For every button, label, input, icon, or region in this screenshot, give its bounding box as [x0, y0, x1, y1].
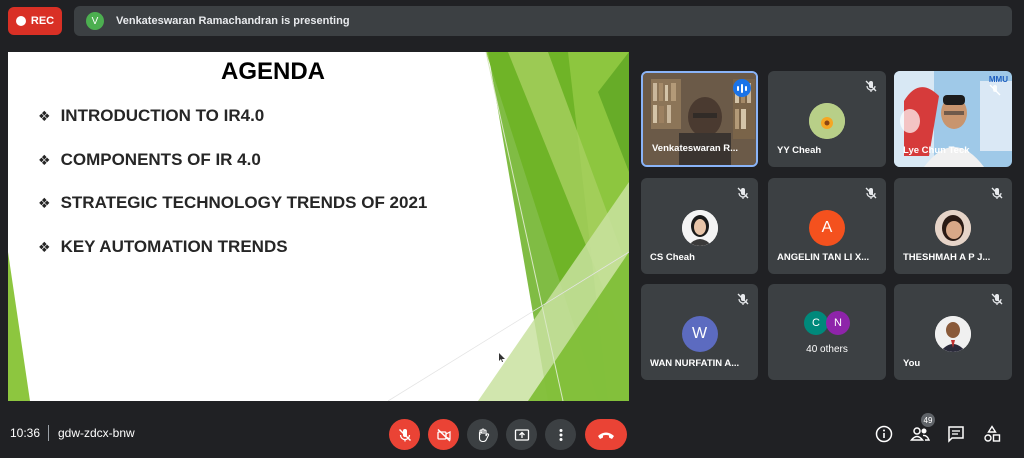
- mic-off-icon: [865, 80, 877, 92]
- recording-indicator[interactable]: REC: [8, 7, 62, 35]
- mic-off-icon: [865, 187, 877, 199]
- person-photo-icon: [935, 210, 971, 246]
- activities-icon: [984, 425, 1001, 442]
- diamond-bullet-icon: ❖: [38, 108, 51, 124]
- chat-icon: [948, 426, 964, 443]
- mouse-cursor-icon: [499, 353, 505, 362]
- slide-title: AGENDA: [220, 58, 325, 85]
- diamond-bullet-icon: ❖: [38, 195, 51, 211]
- camera-toggle-button[interactable]: [428, 419, 459, 450]
- participant-tile-lye-chun-teck[interactable]: MMU Lye Chun Teck: [894, 71, 1012, 167]
- hang-up-icon: [598, 432, 614, 439]
- person-photo-icon: [681, 210, 718, 246]
- participant-tile-cs-cheah[interactable]: CS Cheah: [641, 178, 758, 274]
- participant-tile-yy-cheah[interactable]: YY Cheah: [768, 71, 886, 167]
- participant-avatar: A: [809, 210, 845, 246]
- participant-name: THESHMAH A P J...: [903, 252, 991, 263]
- agenda-item-label: INTRODUCTION TO IR4.0: [60, 106, 265, 125]
- participant-tile-wan-nurfatin[interactable]: W WAN NURFATIN A...: [641, 284, 758, 380]
- participant-tile-you[interactable]: You: [894, 284, 1012, 380]
- meeting-details-button[interactable]: [874, 424, 894, 444]
- participant-tile-angelin[interactable]: A ANGELIN TAN LI X...: [768, 178, 886, 274]
- participant-name: YY Cheah: [777, 145, 822, 156]
- people-icon: [910, 427, 930, 441]
- leave-call-button[interactable]: [585, 419, 627, 450]
- participant-avatar: C: [804, 311, 828, 335]
- clock-time: 10:36: [10, 426, 41, 440]
- divider: [48, 425, 49, 441]
- participant-avatar: [809, 103, 845, 139]
- mic-off-icon: [991, 293, 1003, 305]
- agenda-item: ❖ STRATEGIC TECHNOLOGY TRENDS OF 2021: [38, 193, 427, 237]
- agenda-item: ❖ COMPONENTS OF IR 4.0: [38, 150, 427, 194]
- participant-tile-others[interactable]: C N 40 others: [768, 284, 886, 380]
- present-screen-button[interactable]: [506, 419, 537, 450]
- people-count-badge: 49: [921, 413, 935, 427]
- more-vertical-icon: [559, 428, 562, 441]
- participant-avatar: N: [826, 311, 850, 335]
- mic-off-icon: [398, 428, 411, 441]
- participant-avatar: [935, 316, 971, 352]
- participant-tile-theshmah[interactable]: THESHMAH A P J...: [894, 178, 1012, 274]
- participant-name: ANGELIN TAN LI X...: [777, 252, 870, 263]
- presentation-slide: AGENDA ❖ INTRODUCTION TO IR4.0 ❖ COMPONENT…: [8, 52, 629, 401]
- others-count: 40 others: [806, 344, 848, 355]
- mic-off-icon: [989, 84, 1001, 96]
- meeting-code: gdw-zdcx-bnw: [58, 426, 135, 440]
- agenda-item-label: STRATEGIC TECHNOLOGY TRENDS OF 2021: [60, 193, 428, 212]
- diamond-bullet-icon: ❖: [38, 238, 51, 255]
- participant-name: Lye Chun Teck: [903, 145, 970, 156]
- participant-name: CS Cheah: [650, 252, 695, 263]
- participant-name: WAN NURFATIN A...: [650, 358, 740, 369]
- camera-off-icon: [436, 428, 451, 442]
- agenda-item-label: KEY AUTOMATION TRENDS: [60, 236, 288, 256]
- flower-photo-icon: [809, 103, 845, 139]
- agenda-list: ❖ INTRODUCTION TO IR4.0 ❖ COMPONENTS OF IR…: [38, 106, 427, 280]
- rec-label: REC: [30, 15, 55, 27]
- mic-off-icon: [737, 293, 749, 305]
- speaking-indicator-icon: [733, 79, 751, 97]
- present-screen-icon: [514, 428, 529, 441]
- participant-name: You: [903, 358, 921, 369]
- participant-tile-venkateswaran[interactable]: Venkateswaran R...: [641, 71, 758, 167]
- agenda-item-label: COMPONENTS OF IR 4.0: [60, 149, 261, 169]
- agenda-item: ❖ INTRODUCTION TO IR4.0: [38, 106, 427, 150]
- mic-toggle-button[interactable]: [389, 419, 420, 450]
- agenda-item: ❖ KEY AUTOMATION TRENDS: [38, 237, 427, 281]
- activities-button[interactable]: [982, 424, 1002, 444]
- person-photo-icon: [935, 316, 971, 352]
- people-button[interactable]: [910, 424, 930, 444]
- hand-icon: [478, 427, 489, 442]
- participant-name: Venkateswaran R...: [652, 143, 739, 154]
- record-dot-icon: [15, 16, 26, 26]
- participant-avatar: [681, 210, 718, 246]
- mic-off-icon: [737, 187, 749, 199]
- more-options-button[interactable]: [545, 419, 576, 450]
- presenting-banner: V Venkateswaran Ramachandran is presenti…: [74, 6, 1012, 36]
- presenting-text: Venkateswaran Ramachandran is presenting: [116, 15, 350, 27]
- chat-button[interactable]: [946, 424, 966, 444]
- raise-hand-button[interactable]: [467, 419, 498, 450]
- participant-avatar: W: [681, 316, 718, 352]
- info-icon: [875, 425, 893, 443]
- diamond-bullet-icon: ❖: [38, 151, 51, 168]
- participant-avatar: [935, 210, 971, 246]
- mic-off-icon: [991, 187, 1003, 199]
- presenter-avatar: V: [86, 12, 104, 30]
